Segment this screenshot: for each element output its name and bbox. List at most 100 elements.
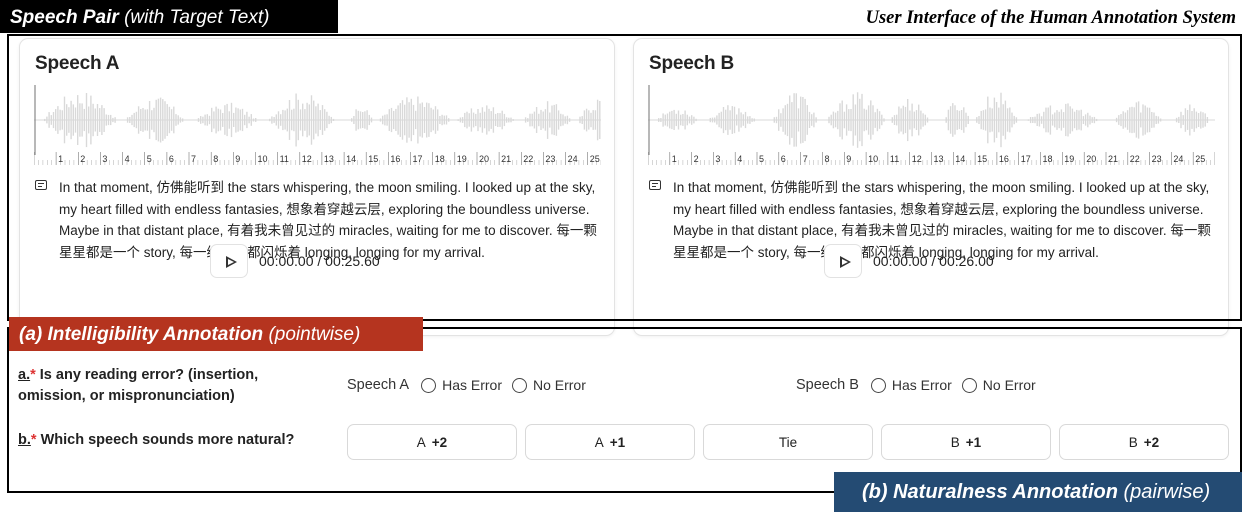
choice-b-plus-1-button[interactable]: B +1 <box>881 424 1051 460</box>
waveform-bar <box>406 97 408 143</box>
ruler-label: 14 <box>346 154 356 164</box>
waveform-bar <box>224 105 226 135</box>
waveform-bar <box>90 95 92 145</box>
choice-b-plus-2-button[interactable]: B +2 <box>1059 424 1229 460</box>
ruler-label: 4 <box>125 154 130 164</box>
waveform-bar <box>677 110 680 130</box>
waveform-bar <box>486 105 488 135</box>
waveform-bar <box>780 113 782 127</box>
speech-a-play-button[interactable] <box>210 244 248 278</box>
speech-b-no-error-radio[interactable] <box>961 377 977 393</box>
ruler-label: 15 <box>368 154 378 164</box>
choice-a-plus-1-button[interactable]: A +1 <box>525 424 695 460</box>
waveform-bar <box>686 114 688 126</box>
waveform-bar <box>271 116 273 124</box>
waveform-bar <box>217 108 219 132</box>
waveform-bar <box>904 106 907 134</box>
waveform-bar <box>179 117 182 123</box>
waveform-bar <box>168 106 171 134</box>
speech-b-timeline-ruler[interactable]: 1 2 3 4 5 6 7 8 9 10 11 12 13 14 15 16 17 18 19 20 21 22 23 24 2… <box>648 151 1215 165</box>
waveform-bar <box>725 109 727 131</box>
no-error-label[interactable]: No Error <box>983 377 1036 393</box>
has-error-label[interactable]: Has Error <box>892 377 952 393</box>
waveform-bar <box>412 104 415 136</box>
waveform-bar <box>1131 106 1133 134</box>
waveform-bar <box>1056 110 1058 130</box>
waveform-bar <box>235 107 237 133</box>
waveform-bar <box>222 113 224 127</box>
waveform-bar <box>987 96 989 144</box>
system-title: User Interface of the Human Annotation S… <box>865 8 1236 28</box>
waveform-bar <box>1073 111 1076 129</box>
waveform-bar <box>330 116 332 124</box>
choice-strength: +1 <box>609 434 626 450</box>
speech-a-waveform[interactable] <box>34 85 601 155</box>
waveform-bar <box>883 118 885 122</box>
ruler-label: 24 <box>1173 154 1183 164</box>
waveform-bar <box>269 118 271 122</box>
waveform-bar <box>135 111 138 129</box>
waveform-bar <box>722 107 725 134</box>
waveform-bar <box>731 106 733 134</box>
waveform-bar <box>332 118 335 121</box>
waveform-bar <box>729 110 731 130</box>
waveform-bar <box>1051 114 1054 126</box>
waveform-bar <box>954 105 956 135</box>
waveform-bar <box>359 111 362 129</box>
speech-a-transcript: In that moment, 仿佛能听到 the stars whisperi… <box>35 177 605 263</box>
ruler-label: 10 <box>258 154 268 164</box>
waveform-bar <box>753 118 755 122</box>
choice-a-plus-2-button[interactable]: A +2 <box>347 424 517 460</box>
question-a-text: Is any reading error? (insertion, omissi… <box>18 367 259 404</box>
waveform-bar <box>956 110 958 130</box>
no-error-label[interactable]: No Error <box>533 377 586 393</box>
waveform-bar <box>720 111 722 129</box>
waveform-bar <box>437 109 439 131</box>
waveform-bar <box>870 100 872 140</box>
waveform-bar <box>893 115 896 125</box>
waveform-bar <box>599 101 601 139</box>
speech-a-no-error-radio[interactable] <box>511 377 527 393</box>
waveform-bar <box>872 105 874 135</box>
ruler-label: 11 <box>280 154 289 164</box>
waveform-bar <box>1065 103 1067 137</box>
speech-b-play-button[interactable] <box>824 244 862 278</box>
waveform-bar <box>432 109 434 131</box>
waveform-bar <box>915 110 918 130</box>
waveform-bar <box>747 116 749 124</box>
speech-b-error-radio-group: Speech B Has Error No Error <box>796 377 1042 393</box>
ruler-label: 6 <box>781 154 786 164</box>
waveform-bar <box>148 101 151 139</box>
waveform-bar <box>388 109 390 131</box>
waveform-bar <box>736 114 738 126</box>
waveform-bar <box>1180 111 1182 129</box>
ruler-label: 13 <box>324 154 334 164</box>
choice-prefix: B <box>950 434 960 450</box>
choice-tie-button[interactable]: Tie <box>703 424 873 460</box>
waveform-bar <box>1067 103 1069 137</box>
waveform-bar <box>1155 115 1157 124</box>
waveform-bar <box>1045 107 1047 133</box>
has-error-label[interactable]: Has Error <box>442 377 502 393</box>
speech-b-waveform[interactable] <box>648 85 1215 155</box>
waveform-bar <box>716 115 718 125</box>
waveform-bar <box>92 103 94 137</box>
choice-prefix: B <box>1128 434 1138 450</box>
waveform-bar <box>922 113 924 127</box>
waveform-bar <box>793 93 795 147</box>
speech-b-has-error-radio[interactable] <box>870 377 886 393</box>
waveform-bar <box>57 106 59 134</box>
waveform-bar <box>740 112 742 128</box>
waveform-bar <box>691 115 693 125</box>
waveform-bar <box>856 92 859 148</box>
waveform-bar <box>806 105 808 135</box>
waveform-bar <box>464 112 466 128</box>
waveform-bar <box>881 114 883 126</box>
waveform-bar <box>671 110 673 130</box>
waveform-bar <box>370 117 373 123</box>
waveform-bar <box>88 106 90 134</box>
intelligibility-tag: (a) Intelligibility Annotation (pointwis… <box>9 317 423 351</box>
speech-a-has-error-radio[interactable] <box>421 377 437 393</box>
waveform-bar <box>1069 106 1071 134</box>
speech-a-timeline-ruler[interactable]: 1 2 3 4 5 6 7 8 9 10 11 12 13 14 15 16 17 18 19 20 21 22 23 24 2… <box>34 151 601 165</box>
